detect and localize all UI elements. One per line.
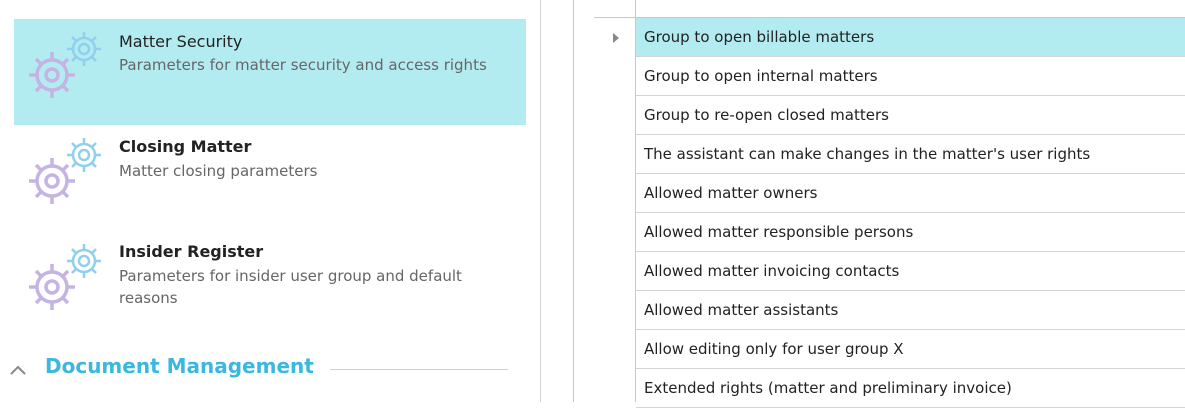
section-divider xyxy=(330,369,508,370)
settings-list-panel: Matter Security Parameters for matter se… xyxy=(0,0,541,402)
item-description: Parameters for matter security and acces… xyxy=(119,56,487,74)
grid-row[interactable]: Group to open billable matters xyxy=(636,18,1185,57)
grid-cell: Allowed matter invoicing contacts xyxy=(644,262,900,280)
grid-cell: Group to open billable matters xyxy=(644,28,875,46)
grid-cell: The assistant can make changes in the ma… xyxy=(644,145,1091,163)
grid-row[interactable]: Allowed matter assistants xyxy=(636,291,1185,330)
grid-cell: Group to re-open closed matters xyxy=(644,106,889,124)
section-header-document-management[interactable]: Document Management xyxy=(0,352,541,388)
chevron-up-icon[interactable] xyxy=(8,360,28,380)
settings-item-closing-matter[interactable]: Closing Matter Matter closing parameters xyxy=(14,125,526,231)
parameters-grid: Group to open billable matters Group to … xyxy=(574,0,1185,408)
grid-row[interactable]: Group to open internal matters xyxy=(636,57,1185,96)
grid-row[interactable]: Extended rights (matter and preliminary … xyxy=(636,369,1185,408)
item-description: Matter closing parameters xyxy=(119,162,318,180)
grid-cell: Allowed matter owners xyxy=(644,184,818,202)
grid-cell: Allowed matter assistants xyxy=(644,301,839,319)
grid-row[interactable]: Allow editing only for user group X xyxy=(636,330,1185,369)
grid-row[interactable]: Allowed matter invoicing contacts xyxy=(636,252,1185,291)
item-title: Matter Security xyxy=(119,32,243,51)
settings-item-matter-security[interactable]: Matter Security Parameters for matter se… xyxy=(14,19,526,125)
grid-cell: Allow editing only for user group X xyxy=(644,340,904,358)
item-description: Parameters for insider user group and de… xyxy=(119,267,462,307)
gear-icon xyxy=(26,241,101,311)
section-title: Document Management xyxy=(45,354,314,378)
grid-cell: Extended rights (matter and preliminary … xyxy=(644,379,1012,397)
grid-cell: Group to open internal matters xyxy=(644,67,878,85)
row-indicator-column xyxy=(594,18,636,402)
item-title: Closing Matter xyxy=(119,137,252,156)
grid-row[interactable]: Allowed matter responsible persons xyxy=(636,213,1185,252)
grid-row[interactable]: Allowed matter owners xyxy=(636,174,1185,213)
item-title: Insider Register xyxy=(119,242,264,261)
panel-splitter[interactable] xyxy=(541,0,574,402)
grid-cell: Allowed matter responsible persons xyxy=(644,223,914,241)
grid-row[interactable]: Group to re-open closed matters xyxy=(636,96,1185,135)
settings-item-insider-register[interactable]: Insider Register Parameters for insider … xyxy=(14,231,526,337)
gear-icon xyxy=(26,29,101,99)
grid-header-indicator-cell xyxy=(594,0,636,18)
grid-header xyxy=(594,0,1185,18)
gear-icon xyxy=(26,135,101,205)
row-pointer-icon xyxy=(613,33,619,43)
grid-row[interactable]: The assistant can make changes in the ma… xyxy=(636,135,1185,174)
